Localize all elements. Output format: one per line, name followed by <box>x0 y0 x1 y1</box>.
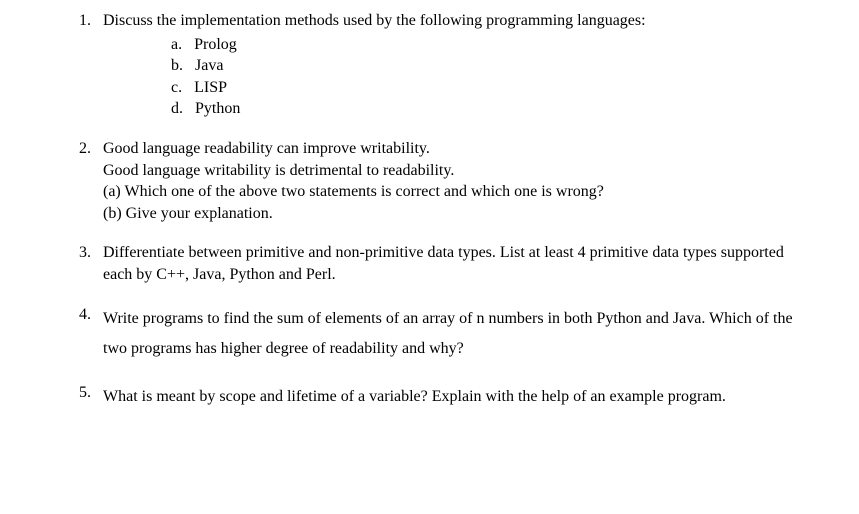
sub-text: LISP <box>194 77 227 99</box>
question-number: 4. <box>75 304 103 365</box>
question-4: 4. Write programs to find the sum of ele… <box>75 304 809 365</box>
question-1: 1. Discuss the implementation methods us… <box>75 10 809 120</box>
question-2: 2. Good language readability can improve… <box>75 138 809 224</box>
question-5: 5. What is meant by scope and lifetime o… <box>75 382 809 412</box>
question-number: 2. <box>75 138 103 224</box>
sub-item-d: d. Python <box>171 98 809 120</box>
question-body: Good language readability can improve wr… <box>103 138 809 224</box>
question-number: 5. <box>75 382 103 412</box>
question-body: Discuss the implementation methods used … <box>103 10 809 120</box>
sub-text: Java <box>195 55 223 77</box>
sub-text: Python <box>195 98 240 120</box>
question-line: (a) Which one of the above two statement… <box>103 181 809 203</box>
sub-item-c: c. LISP <box>171 77 809 99</box>
sub-letter: d. <box>171 98 195 120</box>
question-line: What is meant by scope and lifetime of a… <box>103 388 726 405</box>
question-line: (b) Give your explanation. <box>103 203 809 225</box>
sub-letter: c. <box>171 77 194 99</box>
question-line: Write programs to find the sum of elemen… <box>103 310 793 357</box>
sub-item-a: a. Prolog <box>171 34 809 56</box>
question-body: Differentiate between primitive and non-… <box>103 242 809 285</box>
question-line: Good language writability is detrimental… <box>103 160 809 182</box>
question-number: 1. <box>75 10 103 120</box>
question-body: What is meant by scope and lifetime of a… <box>103 382 809 412</box>
sub-letter: a. <box>171 34 194 56</box>
question-prompt: Discuss the implementation methods used … <box>103 10 809 32</box>
question-number: 3. <box>75 242 103 285</box>
question-body: Write programs to find the sum of elemen… <box>103 304 809 365</box>
sub-list: a. Prolog b. Java c. LISP d. Python <box>171 34 809 120</box>
question-line: Good language readability can improve wr… <box>103 138 809 160</box>
sub-item-b: b. Java <box>171 55 809 77</box>
sub-letter: b. <box>171 55 195 77</box>
question-3: 3. Differentiate between primitive and n… <box>75 242 809 285</box>
sub-text: Prolog <box>194 34 237 56</box>
question-line: Differentiate between primitive and non-… <box>103 242 809 285</box>
